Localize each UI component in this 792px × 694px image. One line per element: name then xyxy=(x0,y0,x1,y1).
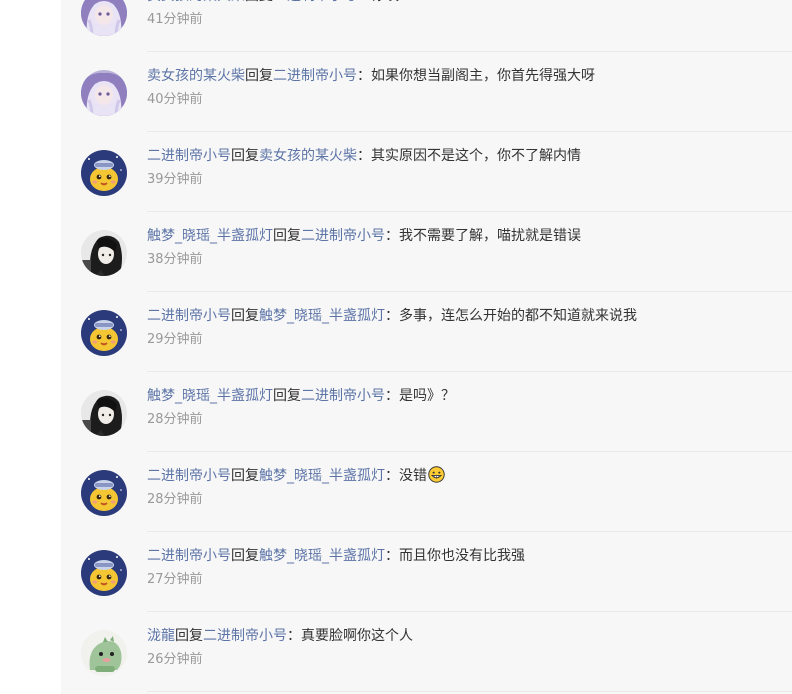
reply-separator: ： xyxy=(357,0,371,4)
reply-author-link[interactable]: 触梦_晓瑶_半盏孤灯 xyxy=(147,228,273,244)
reply-verb: 回复 xyxy=(231,308,259,324)
reply-content: 其实原因不是这个，你不了解内情 xyxy=(371,148,581,164)
reply-line: 二进制帝小号回复触梦_晓瑶_半盏孤灯：没错 xyxy=(147,466,445,489)
reply-verb: 回复 xyxy=(245,0,273,4)
girl-anime-avatar-icon[interactable] xyxy=(81,70,127,116)
reply-author-link[interactable]: 泷龍 xyxy=(147,628,175,644)
reply-line: 二进制帝小号回复卖女孩的某火柴：其实原因不是这个，你不了解内情 xyxy=(147,146,581,166)
reply-verb: 回复 xyxy=(273,228,301,244)
reply-target-link[interactable]: 触梦_晓瑶_半盏孤灯 xyxy=(259,548,385,564)
reply-item: 泷龍回复二进制帝小号：真要脸啊你这个人 26分钟前 xyxy=(61,612,792,692)
reply-target-link[interactable]: 二进制帝小号 xyxy=(301,228,385,244)
reply-timestamp: 28分钟前 xyxy=(147,412,203,427)
reply-author-link[interactable]: 二进制帝小号 xyxy=(147,308,231,324)
reply-content: 没错 xyxy=(399,468,427,484)
reply-content: 多事，连怎么开始的都不知道就来说我 xyxy=(399,308,637,324)
reply-target-link[interactable]: 二进制帝小号 xyxy=(203,628,287,644)
dark-haired-avatar-icon[interactable] xyxy=(81,390,127,436)
reply-timestamp: 27分钟前 xyxy=(147,572,203,587)
reply-content: 我不需要了解，喵扰就是错误 xyxy=(399,228,581,244)
reply-separator: ： xyxy=(385,308,399,324)
reply-line: 泷龍回复二进制帝小号：真要脸啊你这个人 xyxy=(147,626,413,646)
reply-verb: 回复 xyxy=(231,468,259,484)
dark-haired-avatar-icon[interactable] xyxy=(81,230,127,276)
reply-target-link[interactable]: 二进制帝小号 xyxy=(301,388,385,404)
yellow-chick-avatar-icon[interactable] xyxy=(81,550,127,596)
girl-anime-avatar-icon[interactable] xyxy=(81,0,127,36)
reply-author-link[interactable]: 二进制帝小号 xyxy=(147,548,231,564)
reply-item: 卖女孩的某火柴回复二进制帝小号：如果你想当副阁主，你首先得强大呀 40分钟前 xyxy=(61,52,792,132)
reply-author-link[interactable]: 二进制帝小号 xyxy=(147,468,231,484)
yellow-chick-avatar-icon[interactable] xyxy=(81,470,127,516)
reply-list: 卖女孩的某火柴回复二进制帝小号：你哎41分钟前卖女孩的某火柴回复二进制帝小号：如… xyxy=(61,0,792,692)
page: 卖女孩的某火柴回复二进制帝小号：你哎41分钟前卖女孩的某火柴回复二进制帝小号：如… xyxy=(0,0,792,694)
reply-target-link[interactable]: 二进制帝小号 xyxy=(273,68,357,84)
reply-verb: 回复 xyxy=(273,388,301,404)
reply-separator: ： xyxy=(385,228,399,244)
reply-timestamp: 28分钟前 xyxy=(147,492,203,507)
reply-author-link[interactable]: 卖女孩的某火柴 xyxy=(147,0,245,4)
reply-content: 如果你想当副阁主，你首先得强大呀 xyxy=(371,68,595,84)
reply-timestamp: 39分钟前 xyxy=(147,172,203,187)
reply-author-link[interactable]: 二进制帝小号 xyxy=(147,148,231,164)
reply-line: 触梦_晓瑶_半盏孤灯回复二进制帝小号：我不需要了解，喵扰就是错误 xyxy=(147,226,581,246)
reply-separator: ： xyxy=(385,548,399,564)
reply-separator: ： xyxy=(357,148,371,164)
reply-item: 二进制帝小号回复触梦_晓瑶_半盏孤灯：多事，连怎么开始的都不知道就来说我 29分钟… xyxy=(61,292,792,372)
reply-line: 二进制帝小号回复触梦_晓瑶_半盏孤灯：多事，连怎么开始的都不知道就来说我 xyxy=(147,306,637,326)
reply-line: 触梦_晓瑶_半盏孤灯回复二进制帝小号：是吗》？ xyxy=(147,386,455,406)
reply-timestamp: 41分钟前 xyxy=(147,12,203,27)
reply-list-panel: 卖女孩的某火柴回复二进制帝小号：你哎41分钟前卖女孩的某火柴回复二进制帝小号：如… xyxy=(61,0,792,694)
reply-verb: 回复 xyxy=(175,628,203,644)
reply-target-link[interactable]: 二进制帝小号 xyxy=(273,0,357,4)
reply-item: 触梦_晓瑶_半盏孤灯回复二进制帝小号：是吗》？ 28分钟前 xyxy=(61,372,792,452)
reply-author-link[interactable]: 触梦_晓瑶_半盏孤灯 xyxy=(147,388,273,404)
reply-target-link[interactable]: 卖女孩的某火柴 xyxy=(259,148,357,164)
reply-separator: ： xyxy=(357,68,371,84)
reply-target-link[interactable]: 触梦_晓瑶_半盏孤灯 xyxy=(259,468,385,484)
reply-verb: 回复 xyxy=(231,548,259,564)
reply-author-link[interactable]: 卖女孩的某火柴 xyxy=(147,68,245,84)
reply-content: 而且你也没有比我强 xyxy=(399,548,525,564)
reply-item: 触梦_晓瑶_半盏孤灯回复二进制帝小号：我不需要了解，喵扰就是错误 38分钟前 xyxy=(61,212,792,292)
reply-content: 你哎 xyxy=(371,0,399,4)
reply-content: 真要脸啊你这个人 xyxy=(301,628,413,644)
reply-verb: 回复 xyxy=(245,68,273,84)
reply-separator: ： xyxy=(385,468,399,484)
reply-item: 二进制帝小号回复触梦_晓瑶_半盏孤灯：而且你也没有比我强 27分钟前 xyxy=(61,532,792,612)
reply-item: 二进制帝小号回复触梦_晓瑶_半盏孤灯：没错 28分钟前 xyxy=(61,452,792,532)
reply-timestamp: 40分钟前 xyxy=(147,92,203,107)
grinning-face-emoji xyxy=(428,466,445,489)
reply-separator: ： xyxy=(287,628,301,644)
reply-target-link[interactable]: 触梦_晓瑶_半盏孤灯 xyxy=(259,308,385,324)
yellow-chick-avatar-icon[interactable] xyxy=(81,150,127,196)
reply-timestamp: 38分钟前 xyxy=(147,252,203,267)
reply-separator: ： xyxy=(385,388,399,404)
yellow-chick-avatar-icon[interactable] xyxy=(81,310,127,356)
reply-timestamp: 29分钟前 xyxy=(147,332,203,347)
reply-item: 二进制帝小号回复卖女孩的某火柴：其实原因不是这个，你不了解内情 39分钟前 xyxy=(61,132,792,212)
reply-content: 是吗》？ xyxy=(399,388,455,404)
green-dino-avatar-icon[interactable] xyxy=(81,630,127,676)
reply-line: 卖女孩的某火柴回复二进制帝小号：你哎 xyxy=(147,0,399,6)
reply-timestamp: 26分钟前 xyxy=(147,652,203,667)
reply-item: 卖女孩的某火柴回复二进制帝小号：你哎 41分钟前 xyxy=(61,0,792,52)
reply-verb: 回复 xyxy=(231,148,259,164)
reply-line: 二进制帝小号回复触梦_晓瑶_半盏孤灯：而且你也没有比我强 xyxy=(147,546,525,566)
reply-line: 卖女孩的某火柴回复二进制帝小号：如果你想当副阁主，你首先得强大呀 xyxy=(147,66,595,86)
